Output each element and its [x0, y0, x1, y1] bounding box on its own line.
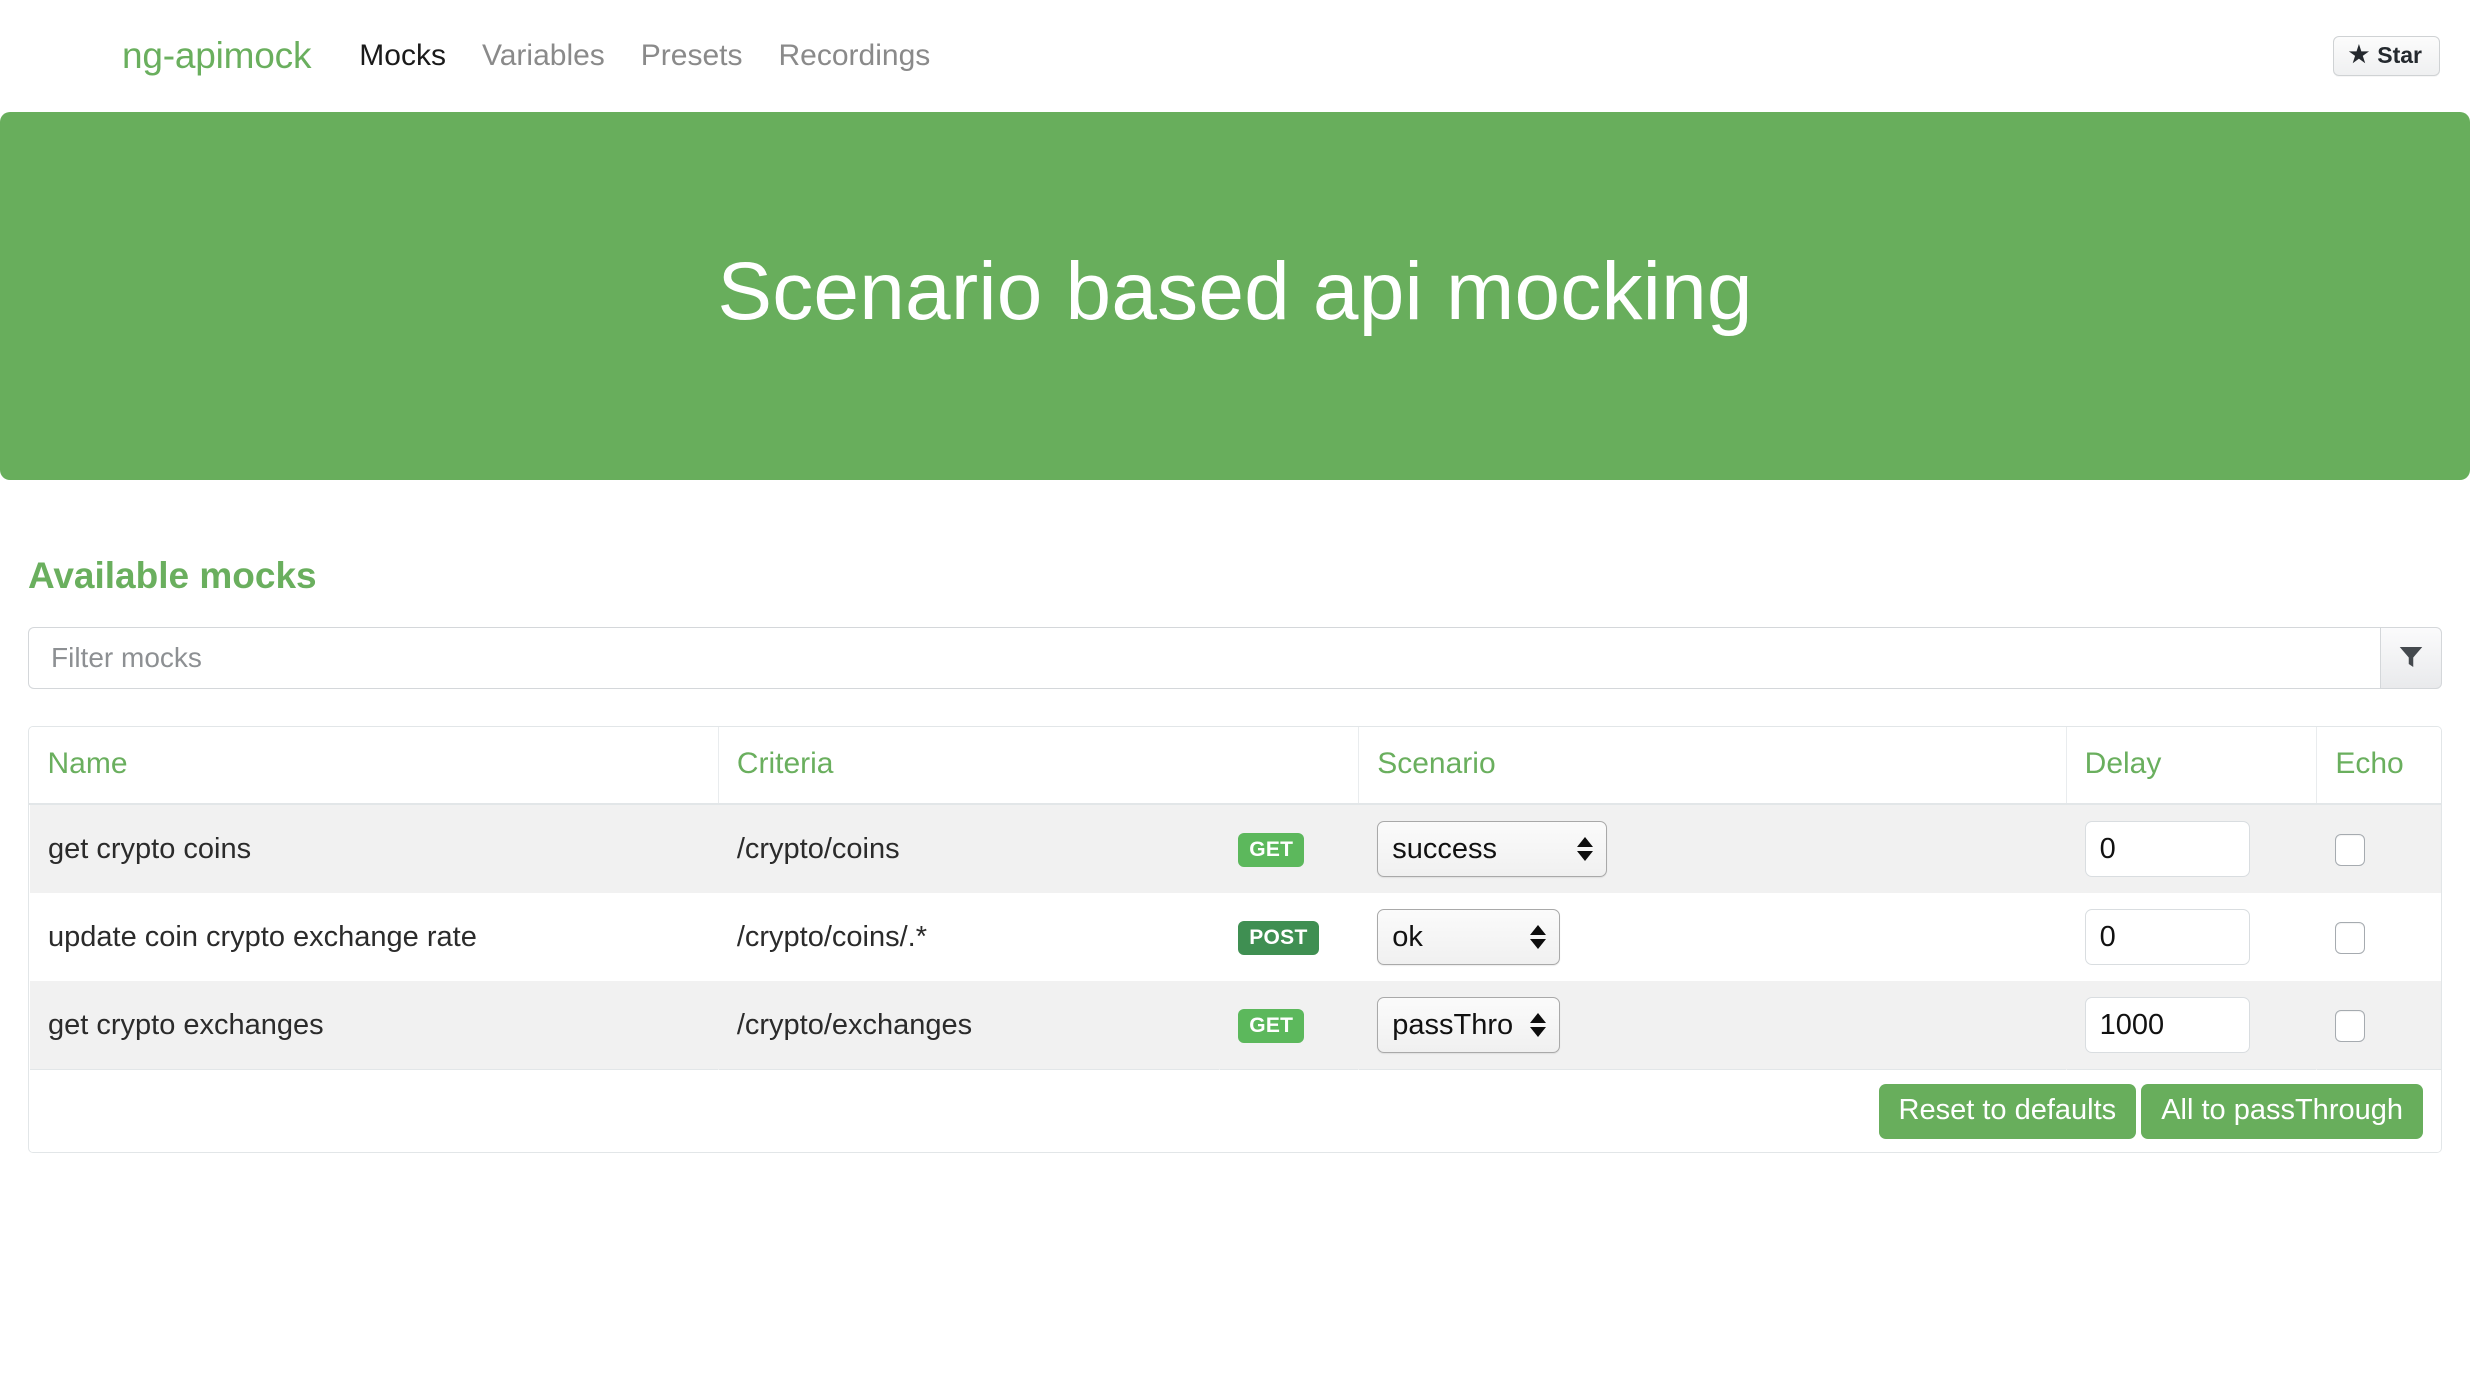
table-body: get crypto coins /crypto/coins GET succe…: [29, 804, 2441, 1152]
footer-actions: Reset to defaults All to passThrough: [48, 1083, 2423, 1139]
github-star-button[interactable]: ★ Star: [2332, 36, 2440, 76]
echo-checkbox[interactable]: [2335, 1009, 2366, 1042]
mock-echo-cell: [2316, 804, 2441, 893]
method-badge-post: POST: [1238, 921, 1319, 955]
mock-method-cell: GET: [1219, 981, 1359, 1070]
mock-criteria-cell: /crypto/coins: [718, 804, 1220, 893]
star-button-container: ★ Star: [2332, 36, 2440, 76]
nav-links: Mocks Variables Presets Recordings: [359, 39, 930, 73]
method-badge-get: GET: [1238, 833, 1305, 867]
method-badge-get: GET: [1238, 1009, 1305, 1043]
nav-item-recordings[interactable]: Recordings: [779, 39, 931, 73]
scenario-select[interactable]: success: [1377, 821, 1608, 877]
scenario-select-wrapper: passThrough: [1377, 997, 1561, 1053]
delay-input[interactable]: [2084, 997, 2250, 1053]
brand-logo[interactable]: ng-apimock: [122, 35, 311, 77]
column-header-echo: Echo: [2316, 727, 2441, 805]
mock-scenario-cell: passThrough: [1358, 981, 2067, 1070]
page-title: Available mocks: [28, 555, 317, 596]
delay-input[interactable]: [2084, 821, 2250, 877]
scenario-select[interactable]: ok: [1377, 909, 1561, 965]
table-row: get crypto coins /crypto/coins GET succe…: [29, 804, 2441, 893]
hero-title: Scenario based api mocking: [717, 246, 1753, 337]
mock-echo-cell: [2316, 893, 2441, 981]
nav-item-presets[interactable]: Presets: [641, 39, 743, 73]
main-content: Available mocks Name Criteria Scenario: [0, 557, 2470, 1153]
column-header-scenario: Scenario: [1358, 727, 2067, 805]
table-row: get crypto exchanges /crypto/exchanges G…: [29, 981, 2441, 1070]
echo-checkbox[interactable]: [2335, 921, 2366, 954]
mock-echo-cell: [2316, 981, 2441, 1070]
nav-item-mocks[interactable]: Mocks: [359, 39, 446, 73]
mocks-table-container: Name Criteria Scenario Delay Echo get cr…: [28, 726, 2442, 1153]
mock-criteria-cell: /crypto/exchanges: [718, 981, 1220, 1070]
mock-delay-cell: [2066, 804, 2317, 893]
mock-name-cell: get crypto exchanges: [29, 981, 719, 1070]
nav-item-variables[interactable]: Variables: [482, 39, 605, 73]
funnel-icon: [2396, 642, 2426, 675]
table-head: Name Criteria Scenario Delay Echo: [29, 727, 2441, 805]
reset-to-defaults-button[interactable]: Reset to defaults: [1878, 1083, 2137, 1139]
scenario-select-wrapper: ok: [1377, 909, 1561, 965]
star-button-label: Star: [2377, 42, 2422, 68]
table-row: update coin crypto exchange rate /crypto…: [29, 893, 2441, 981]
table-header-row: Name Criteria Scenario Delay Echo: [29, 727, 2441, 805]
column-header-criteria: Criteria: [717, 727, 1359, 805]
delay-input[interactable]: [2084, 909, 2250, 965]
mocks-table: Name Criteria Scenario Delay Echo get cr…: [29, 727, 2441, 1152]
echo-checkbox[interactable]: [2335, 833, 2366, 866]
mock-method-cell: POST: [1219, 893, 1359, 981]
mock-name-cell: get crypto coins: [29, 804, 719, 893]
filter-apply-button[interactable]: [2380, 627, 2442, 689]
filter-row: [28, 627, 2442, 689]
filter-mocks-input[interactable]: [28, 627, 2380, 689]
star-icon: ★: [2348, 41, 2370, 67]
hero-banner: Scenario based api mocking: [0, 112, 2470, 480]
mock-delay-cell: [2066, 981, 2317, 1070]
table-footer-cell: Reset to defaults All to passThrough: [29, 1069, 2441, 1152]
mock-scenario-cell: success: [1358, 804, 2067, 893]
mock-scenario-cell: ok: [1358, 893, 2067, 981]
column-header-name: Name: [29, 727, 719, 805]
table-footer-row: Reset to defaults All to passThrough: [29, 1069, 2441, 1152]
mock-name-cell: update coin crypto exchange rate: [29, 893, 719, 981]
all-to-passthrough-button[interactable]: All to passThrough: [2141, 1083, 2423, 1139]
mock-delay-cell: [2066, 893, 2317, 981]
column-header-delay: Delay: [2065, 727, 2317, 805]
mock-criteria-cell: /crypto/coins/.*: [718, 893, 1220, 981]
top-navbar: ng-apimock Mocks Variables Presets Recor…: [0, 0, 2470, 112]
scenario-select-wrapper: success: [1377, 821, 1608, 877]
scenario-select[interactable]: passThrough: [1377, 997, 1561, 1053]
mock-method-cell: GET: [1219, 804, 1359, 893]
